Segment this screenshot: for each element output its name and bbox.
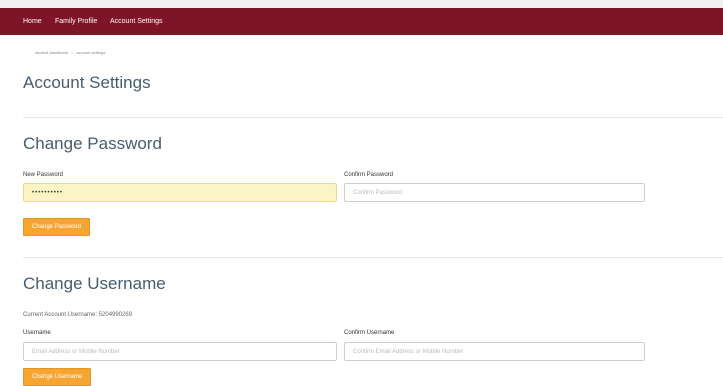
confirm-password-label: Confirm Password xyxy=(344,172,394,178)
nav-link-account-settings[interactable]: Account Settings xyxy=(110,18,163,25)
confirm-password-input[interactable]: Confirm Password xyxy=(344,183,645,202)
top-navigation-bar: Home Family Profile Account Settings xyxy=(0,0,723,35)
breadcrumb-account-settings: account settings xyxy=(76,50,106,55)
confirm-username-input[interactable]: Confirm Email Address or Mobile Number xyxy=(344,342,645,361)
username-label: Username xyxy=(23,330,51,336)
new-password-input[interactable]: •••••••••• xyxy=(23,183,337,202)
breadcrumb-separator: > xyxy=(71,50,74,55)
section-divider xyxy=(23,117,723,118)
change-password-button[interactable]: Change Password xyxy=(23,218,91,236)
confirm-username-label: Confirm Username xyxy=(344,330,395,336)
main-content: student dashboard > account settings Accou… xyxy=(0,35,723,386)
change-username-button[interactable]: Change Username xyxy=(23,368,92,386)
breadcrumb: student dashboard > account settings xyxy=(35,50,105,55)
username-input[interactable]: Email Address or Mobile Number xyxy=(23,342,337,361)
new-password-label: New Password xyxy=(23,172,64,178)
current-username-text: Current Account Username: 5204990269 xyxy=(23,312,133,318)
page-title: Account Settings xyxy=(23,73,151,92)
nav-link-family-profile[interactable]: Family Profile xyxy=(55,18,97,25)
section-divider xyxy=(23,257,723,258)
nav-link-home[interactable]: Home xyxy=(23,18,42,25)
change-password-heading: Change Password xyxy=(23,134,162,153)
breadcrumb-student-dashboard[interactable]: student dashboard xyxy=(35,50,68,55)
change-username-heading: Change Username xyxy=(23,274,166,293)
